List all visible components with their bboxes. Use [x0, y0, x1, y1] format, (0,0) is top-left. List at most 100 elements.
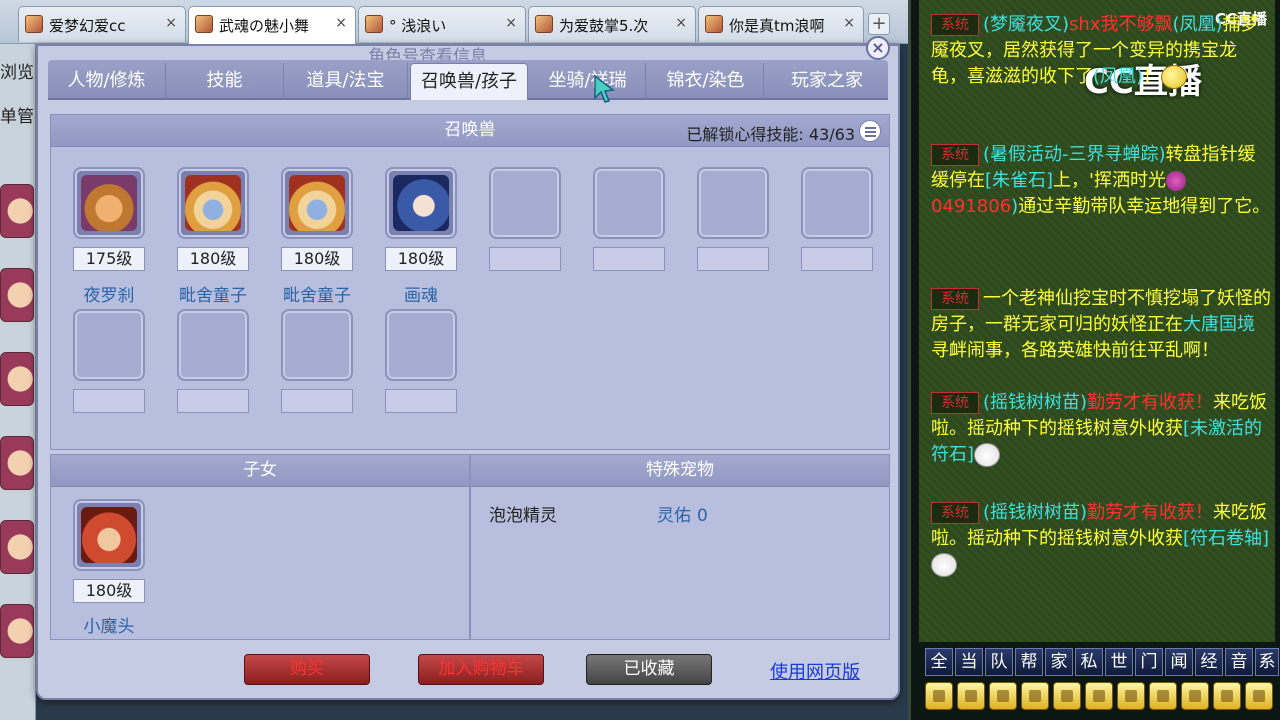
system-tag: 系统	[931, 392, 979, 414]
pet-slot-empty	[177, 309, 249, 381]
pet-level-empty	[177, 389, 249, 413]
search-icon[interactable]	[1021, 682, 1049, 710]
channel-all[interactable]: 全	[925, 648, 953, 676]
child-slot[interactable]	[73, 499, 145, 571]
pet-level-empty	[489, 247, 561, 271]
tab-title: ° 浅浪い	[389, 17, 447, 35]
edit-icon[interactable]	[1053, 682, 1081, 710]
chat-bubble-icon[interactable]	[1213, 682, 1241, 710]
buy-button[interactable]: 购买	[244, 654, 370, 685]
msg-part: (梦魇夜叉)	[983, 14, 1070, 35]
role-avatar[interactable]	[0, 352, 34, 406]
channel-family[interactable]: 家	[1045, 648, 1073, 676]
role-avatar[interactable]	[0, 520, 34, 574]
chat-message: 系统 一个老神仙挖宝时不慎挖塌了妖怪的房子，一群无家可归的妖怪正在大唐国境寻衅闹事…	[931, 286, 1271, 364]
list-icon[interactable]	[859, 120, 881, 142]
channel-private[interactable]: 私	[1075, 648, 1103, 676]
channel-guild[interactable]: 帮	[1015, 648, 1043, 676]
pet-slot-empty	[489, 167, 561, 239]
msg-part: shx我不够飘	[1069, 14, 1173, 35]
channel-sect[interactable]: 门	[1135, 648, 1163, 676]
browser-tab-5[interactable]: 你是真tm浪啊 ×	[698, 6, 864, 42]
browser-tab-3[interactable]: ° 浅浪い ×	[358, 6, 526, 42]
web-version-link[interactable]: 使用网页版	[770, 658, 860, 684]
channel-team[interactable]: 队	[985, 648, 1013, 676]
close-tab-icon[interactable]: ×	[505, 15, 517, 31]
tab-mounts[interactable]: 坐骑/祥瑞	[530, 63, 646, 100]
collected-button[interactable]: 已收藏	[586, 654, 712, 685]
msg-part: [朱雀石]	[985, 170, 1054, 191]
special-pet-name: 泡泡精灵	[489, 506, 557, 526]
pet-name[interactable]: 画魂	[376, 281, 466, 306]
channel-trade[interactable]: 经	[1195, 648, 1223, 676]
pet-slot[interactable]	[281, 167, 353, 239]
browse-label: 浏览	[0, 63, 34, 83]
browser-tab-1[interactable]: 爱梦幻爱cc ×	[18, 6, 186, 42]
child-name[interactable]: 小魔头	[64, 612, 154, 637]
children-header: 子女	[51, 455, 469, 487]
msg-part: 0491806	[931, 196, 1012, 217]
browser-tab-4[interactable]: 为爱鼓掌5.次 ×	[528, 6, 696, 42]
role-avatar[interactable]	[0, 604, 34, 658]
chat-message-area[interactable]: CC直播 CC直播 系统 (梦魇夜叉)shx我不够飘(凤凰)捕梦魇夜叉，居然获得了…	[919, 0, 1275, 642]
pet-level: 175级	[73, 247, 145, 271]
child-level: 180级	[73, 579, 145, 603]
new-tab-button[interactable]: +	[868, 13, 890, 35]
pet-slot[interactable]	[385, 167, 457, 239]
down-arrow-icon[interactable]	[989, 682, 1017, 710]
tab-items[interactable]: 道具/法宝	[284, 63, 408, 100]
pet-level-empty	[593, 247, 665, 271]
favicon-icon	[195, 15, 213, 33]
close-tab-icon[interactable]: ×	[675, 15, 687, 31]
close-tab-icon[interactable]: ×	[165, 15, 177, 31]
msg-part: 勤劳才有收获！	[1087, 392, 1214, 413]
msg-part: 寻衅闹事，各路英雄快前往平乱啊！	[931, 340, 1219, 361]
pet-name[interactable]: 毗舍童子	[168, 281, 258, 306]
grid-icon[interactable]	[1085, 682, 1113, 710]
pet-slot[interactable]	[73, 167, 145, 239]
msg-part: (暑假活动-三界寻蝉踪)	[983, 144, 1166, 165]
channel-system[interactable]: 系	[1255, 648, 1279, 676]
close-icon[interactable]: ×	[866, 36, 890, 60]
chat-message: 系统 (暑假活动-三界寻蝉踪)转盘指针缓缓停在[朱雀石]上，'挥洒时光049180…	[931, 142, 1271, 220]
brush-icon[interactable]	[1149, 682, 1177, 710]
close-tab-icon[interactable]: ×	[335, 15, 347, 31]
tab-skills[interactable]: 技能	[166, 63, 284, 100]
special-attr-value: 0	[697, 506, 708, 526]
back-arrow-icon[interactable]	[925, 682, 953, 710]
close-tab-icon[interactable]: ×	[843, 15, 855, 31]
pet-name[interactable]: 夜罗刹	[64, 281, 154, 306]
unlock-value: 43/63	[808, 125, 855, 144]
tab-character[interactable]: 人物/修炼	[48, 63, 166, 100]
tab-home[interactable]: 玩家之家	[766, 63, 888, 100]
msg-part: ！	[1143, 66, 1162, 87]
role-avatar[interactable]	[0, 184, 34, 238]
channel-voice[interactable]: 音	[1225, 648, 1253, 676]
add-to-cart-button[interactable]: 加入购物车	[418, 654, 544, 685]
left-page-strip: 浏览 单管	[0, 44, 36, 720]
channel-current[interactable]: 当	[955, 648, 983, 676]
channel-world[interactable]: 世	[1105, 648, 1133, 676]
channel-news[interactable]: 闻	[1165, 648, 1193, 676]
role-info-dialog: 角色号查看信息 × 人物/修炼 技能 道具/法宝 召唤兽/孩子 坐骑/祥瑞 锦衣…	[36, 36, 900, 700]
unlock-counter: 已解锁心得技能: 43/63	[686, 121, 855, 145]
copy-icon[interactable]	[1181, 682, 1209, 710]
browser-tab-2[interactable]: 武魂の魅小舞 ×	[188, 6, 356, 44]
up-arrow-icon[interactable]	[957, 682, 985, 710]
pet-level-empty	[801, 247, 873, 271]
pet-slot-empty	[593, 167, 665, 239]
add-list-icon[interactable]	[1245, 682, 1273, 710]
role-avatar[interactable]	[0, 268, 34, 322]
tab-summons[interactable]: 召唤兽/孩子	[410, 63, 528, 100]
tab-title: 你是真tm浪啊	[729, 17, 825, 35]
tab-costume[interactable]: 锦衣/染色	[648, 63, 764, 100]
pet-slot-empty	[73, 309, 145, 381]
pet-slot[interactable]	[177, 167, 249, 239]
msg-part: 上，'挥洒时光	[1053, 170, 1166, 191]
lock-icon[interactable]	[1117, 682, 1145, 710]
favicon-icon	[25, 15, 43, 33]
dialog-tab-bar: 人物/修炼 技能 道具/法宝 召唤兽/孩子 坐骑/祥瑞 锦衣/染色 玩家之家	[48, 60, 888, 100]
tab-title: 武魂の魅小舞	[219, 17, 310, 35]
pet-name[interactable]: 毗舍童子	[272, 281, 362, 306]
role-avatar[interactable]	[0, 436, 34, 490]
